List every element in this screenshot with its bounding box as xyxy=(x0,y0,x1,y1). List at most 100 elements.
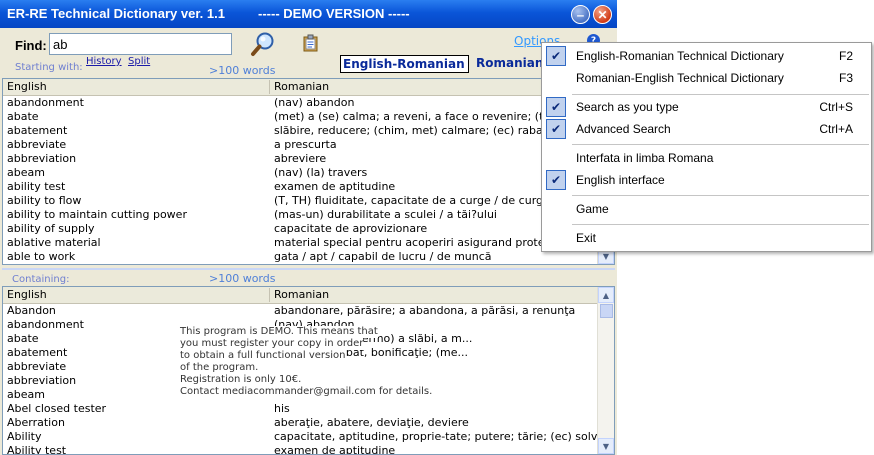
table-row[interactable]: abbreviate a prescurta xyxy=(3,138,598,152)
list-header: English Romanian xyxy=(3,79,610,96)
demo-notice-line: to obtain a full functional version xyxy=(180,350,346,362)
table-row[interactable]: abeam (nav) (la) travers xyxy=(3,166,598,180)
list-rows: abandonment (nav) abandon abate (met) a (se… xyxy=(3,96,598,264)
romanian-translation: his xyxy=(274,402,290,415)
table-row[interactable]: Abandon abandonare, părăsire; a abandona,… xyxy=(3,304,598,318)
romanian-translation: aberaţie, abatere, deviaţie, deviere xyxy=(274,416,469,429)
table-row[interactable]: Abel closed tester his xyxy=(3,402,598,416)
english-term: ablative material xyxy=(7,236,101,249)
menu-item-label: Interfata in limba Romana xyxy=(576,151,714,165)
title-bar[interactable]: ER-RE Technical Dictionary ver. 1.1 ----… xyxy=(0,0,617,28)
table-row[interactable]: abate (met) a (se) calma; a reveni, a fac… xyxy=(3,110,598,124)
english-term: abbreviate xyxy=(7,138,67,151)
menu-item[interactable]: ✔ Advanced Search Ctrl+A xyxy=(542,118,871,140)
menu-item-shortcut: F2 xyxy=(838,49,853,63)
menu-item-label: Exit xyxy=(576,231,597,245)
checkmark-icon: ✔ xyxy=(546,119,566,139)
close-button[interactable]: ✕ xyxy=(593,5,612,24)
menu-item-shortcut: Ctrl+S xyxy=(819,100,853,114)
clipboard-icon[interactable] xyxy=(302,34,320,52)
scroll-down-icon[interactable]: ▼ xyxy=(598,438,614,454)
demo-notice-line: This program is DEMO. This means that xyxy=(180,326,378,338)
table-row[interactable]: Aberration aberaţie, abatere, deviaţie, d… xyxy=(3,416,598,430)
scroll-up-icon[interactable]: ▲ xyxy=(598,287,614,303)
demo-notice: This program is DEMO. This means that you… xyxy=(180,326,433,398)
direction-label-secondary[interactable]: Romanian xyxy=(476,56,543,70)
menu-item-label: Advanced Search xyxy=(576,122,671,136)
english-term: abate xyxy=(7,110,39,123)
menu-item-shortcut: Ctrl+A xyxy=(819,122,853,136)
romanian-translation: abandonare, părăsire; a abandona, a pără… xyxy=(274,304,576,317)
romanian-translation: examen de aptitudine xyxy=(274,444,396,454)
demo-version-title: ----- DEMO VERSION ----- xyxy=(258,6,410,21)
containing-label: Containing: xyxy=(12,274,70,285)
checkmark-icon: ✔ xyxy=(546,97,566,117)
split-link[interactable]: Split xyxy=(128,56,150,67)
word-count-bottom: >100 words xyxy=(209,272,276,285)
english-term: ability to maintain cutting power xyxy=(7,208,187,221)
menu-item[interactable]: Game xyxy=(542,198,871,220)
options-menu: ✔ English-Romanian Technical Dictionary F2… xyxy=(541,42,872,252)
table-row[interactable]: Ability capacitate, aptitudine, proprie-t… xyxy=(3,430,598,444)
menu-item[interactable]: ✔ Search as you type Ctrl+S xyxy=(542,96,871,118)
menu-item[interactable]: ✔ English-Romanian Technical Dictionary F2 xyxy=(542,45,871,67)
window-title: ER-RE Technical Dictionary ver. 1.1 xyxy=(7,6,225,21)
checkmark-icon: ✔ xyxy=(546,46,566,66)
romanian-translation: capacitate, aptitudine, proprie-tate; pu… xyxy=(274,430,598,443)
english-term: Aberration xyxy=(7,416,65,429)
menu-item-label: English-Romanian Technical Dictionary xyxy=(576,49,784,63)
english-term: Abandon xyxy=(7,304,56,317)
english-term: Abel closed tester xyxy=(7,402,107,415)
table-row[interactable]: ability of supply capacitate de aprovizio… xyxy=(3,222,598,236)
vertical-scrollbar[interactable]: ▲ ▼ xyxy=(597,287,614,454)
splitter[interactable] xyxy=(2,268,615,270)
menu-item[interactable]: Interfata in limba Romana xyxy=(542,147,871,169)
english-term: able to work xyxy=(7,250,76,263)
table-row[interactable]: able to work gata / apt / capabil de lucr… xyxy=(3,250,598,264)
menu-item-label: English interface xyxy=(576,173,665,187)
menu-item-label: Romanian-English Technical Dictionary xyxy=(576,71,784,85)
column-header-english[interactable]: English xyxy=(3,288,270,302)
menu-item-label: Game xyxy=(576,202,609,216)
demo-notice-line: Contact mediacommander@gmail.com for det… xyxy=(180,386,433,398)
table-row[interactable]: abbreviation abreviere xyxy=(3,152,598,166)
english-term: ability of supply xyxy=(7,222,95,235)
starting-with-list[interactable]: English Romanian abandonment (nav) abando… xyxy=(2,78,615,265)
minimize-button[interactable]: ‒ xyxy=(571,5,590,24)
history-link[interactable]: History xyxy=(86,56,122,67)
menu-item-label: Search as you type xyxy=(576,100,679,114)
menu-separator xyxy=(572,144,869,145)
column-header-romanian[interactable]: Romanian xyxy=(270,288,610,302)
english-term: ability to flow xyxy=(7,194,82,207)
table-row[interactable]: Ability test examen de aptitudine xyxy=(3,444,598,454)
direction-selector[interactable]: English-Romanian xyxy=(340,55,469,73)
menu-separator xyxy=(572,224,869,225)
column-header-english[interactable]: English xyxy=(3,80,270,94)
minimize-icon: ‒ xyxy=(577,7,584,22)
table-row[interactable]: ability to flow (T, TH) fluiditate, capac… xyxy=(3,194,598,208)
table-row[interactable]: abandonment (nav) abandon xyxy=(3,96,598,110)
english-term: Ability test xyxy=(7,444,67,454)
main-window: ER-RE Technical Dictionary ver. 1.1 ----… xyxy=(0,0,617,455)
english-term: Ability xyxy=(7,430,42,443)
table-row[interactable]: ability to maintain cutting power (mas-un… xyxy=(3,208,598,222)
menu-item[interactable]: Exit xyxy=(542,227,871,249)
english-term: abbreviation xyxy=(7,152,77,165)
demo-notice-line: of the program. xyxy=(180,362,259,374)
table-row[interactable]: ability test examen de aptitudine xyxy=(3,180,598,194)
english-term: ability test xyxy=(7,180,66,193)
menu-separator xyxy=(572,195,869,196)
english-term: abeam xyxy=(7,166,45,179)
scroll-thumb[interactable] xyxy=(600,304,613,318)
menu-item-shortcut: F3 xyxy=(838,71,853,85)
demo-notice-line: you must register your copy in order xyxy=(180,338,364,350)
menu-separator xyxy=(572,94,869,95)
table-row[interactable]: abatement slăbire, reducere; (chim, met) … xyxy=(3,124,598,138)
menu-item[interactable]: ✔ English interface xyxy=(542,169,871,191)
menu-item[interactable]: Romanian-English Technical Dictionary F3 xyxy=(542,67,871,89)
search-input[interactable] xyxy=(49,33,232,55)
find-label: Find: xyxy=(15,38,47,53)
table-row[interactable]: ablative material material special pentru… xyxy=(3,236,598,250)
demo-notice-line: Registration is only 10€. xyxy=(180,374,302,386)
magnifier-icon[interactable] xyxy=(250,31,276,57)
